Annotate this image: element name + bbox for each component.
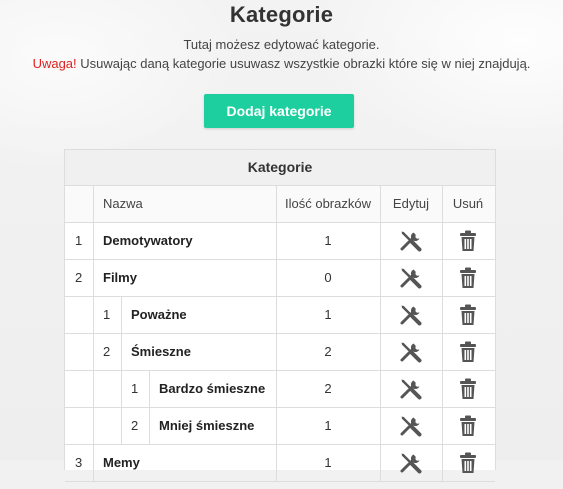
row-number: 1 <box>103 307 111 322</box>
trash-icon[interactable] <box>456 377 480 401</box>
trash-icon[interactable] <box>456 451 480 475</box>
column-header-name[interactable]: Nazwa <box>103 186 273 222</box>
column-header-delete: Usuń <box>452 196 484 211</box>
delete-cell <box>442 334 494 370</box>
table-title: Kategorie <box>65 150 495 186</box>
trash-icon[interactable] <box>456 340 480 364</box>
warning-message: Uwaga! Usuwając daną kategorie usuwasz w… <box>0 56 563 71</box>
edit-cell <box>380 223 442 259</box>
page-subtitle: Tutaj możesz edytować kategorie. <box>183 37 380 52</box>
categories-table: Kategorie Nazwa Ilość obrazków Edytuj Us… <box>64 149 496 482</box>
add-category-button[interactable]: Dodaj kategorie <box>204 94 354 128</box>
warning-label: Uwaga! <box>32 56 77 71</box>
image-count: 2 <box>324 381 332 396</box>
image-count: 1 <box>324 418 332 433</box>
table-row: 2 Mniej śmieszne 1 <box>65 408 495 445</box>
image-count: 1 <box>324 307 332 322</box>
trash-icon[interactable] <box>456 303 480 327</box>
category-name: Bardzo śmieszne <box>159 381 266 396</box>
category-name: Poważne <box>131 307 187 322</box>
table-row: 1 Demotywatory 1 <box>65 223 495 260</box>
trash-icon[interactable] <box>456 266 480 290</box>
category-name: Śmieszne <box>131 344 191 359</box>
delete-cell <box>442 297 494 333</box>
category-name: Filmy <box>103 270 137 285</box>
edit-cell <box>380 334 442 370</box>
category-name: Mniej śmieszne <box>159 418 255 433</box>
wrench-screwdriver-icon[interactable] <box>399 377 423 401</box>
table-row: 1 Bardzo śmieszne 2 <box>65 371 495 408</box>
table-row: 1 Poważne 1 <box>65 297 495 334</box>
table-row: 2 Filmy 0 <box>65 260 495 297</box>
table-row: 3 Memy 1 <box>65 445 495 482</box>
wrench-screwdriver-icon[interactable] <box>399 414 423 438</box>
page-title: Kategorie <box>229 2 334 27</box>
category-name: Memy <box>103 455 140 470</box>
column-header-edit: Edytuj <box>392 196 430 211</box>
image-count: 1 <box>324 455 332 470</box>
warning-text: Usuwając daną kategorie usuwasz wszystki… <box>76 56 531 71</box>
image-count: 2 <box>324 344 332 359</box>
trash-icon[interactable] <box>456 414 480 438</box>
row-number: 3 <box>75 455 83 470</box>
row-number: 2 <box>103 344 111 359</box>
image-count: 0 <box>324 270 332 285</box>
wrench-screwdriver-icon[interactable] <box>399 340 423 364</box>
edit-cell <box>380 371 442 407</box>
edit-cell <box>380 297 442 333</box>
image-count: 1 <box>324 233 332 248</box>
delete-cell <box>442 408 494 444</box>
row-number: 2 <box>75 270 83 285</box>
edit-cell <box>380 260 442 296</box>
trash-icon[interactable] <box>456 229 480 253</box>
row-number: 1 <box>131 381 139 396</box>
delete-cell <box>442 445 494 481</box>
wrench-screwdriver-icon[interactable] <box>399 451 423 475</box>
table-header-row: Nazwa Ilość obrazków Edytuj Usuń <box>65 186 495 223</box>
wrench-screwdriver-icon[interactable] <box>399 229 423 253</box>
delete-cell <box>442 260 494 296</box>
wrench-screwdriver-icon[interactable] <box>399 266 423 290</box>
row-number: 1 <box>75 233 83 248</box>
row-number: 2 <box>131 418 139 433</box>
edit-cell <box>380 408 442 444</box>
delete-cell <box>442 371 494 407</box>
table-row: 2 Śmieszne 2 <box>65 334 495 371</box>
edit-cell <box>380 445 442 481</box>
wrench-screwdriver-icon[interactable] <box>399 303 423 327</box>
delete-cell <box>442 223 494 259</box>
category-name: Demotywatory <box>103 233 193 248</box>
column-header-count[interactable]: Ilość obrazków <box>276 186 380 222</box>
